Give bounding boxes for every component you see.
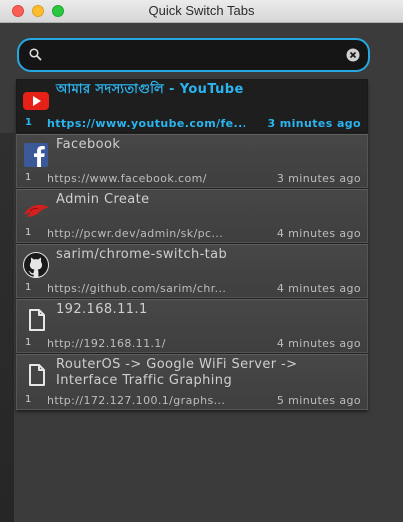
search-box[interactable]	[17, 38, 370, 72]
red-bird-icon	[24, 204, 49, 217]
window-title: Quick Switch Tabs	[148, 3, 255, 18]
youtube-icon	[23, 92, 49, 110]
tab-window-index: 1	[25, 337, 32, 348]
github-icon	[23, 252, 49, 278]
tab-item[interactable]: আমার সদস্যতাগুলি - YouTube 1 https://www…	[16, 79, 368, 133]
tab-item[interactable]: Admin Create 1 http://pcwr.dev/admin/sk/…	[16, 189, 368, 243]
tab-url: https://www.youtube.com/fe...	[47, 117, 245, 130]
background-strip	[0, 133, 14, 522]
tab-url: https://www.facebook.com/	[47, 172, 207, 185]
tab-url: http://172.127.100.1/graphs...	[47, 394, 226, 407]
document-icon	[29, 309, 45, 331]
tab-item[interactable]: RouterOS -> Google WiFi Server -> Interf…	[16, 354, 368, 410]
tab-list: আমার সদস্যতাগুলি - YouTube 1 https://www…	[16, 79, 368, 411]
tab-window-index: 1	[25, 394, 32, 405]
search-input[interactable]	[47, 45, 341, 67]
tab-item[interactable]: Facebook 1 https://www.facebook.com/ 3 m…	[16, 134, 368, 188]
tab-time: 3 minutes ago	[276, 172, 361, 185]
facebook-icon	[24, 143, 48, 167]
title-bar: Quick Switch Tabs	[0, 0, 403, 23]
search-icon	[29, 48, 42, 61]
tab-title: sarim/chrome-switch-tab	[56, 247, 228, 262]
tab-title: আমার সদস্যতাগুলি - YouTube	[56, 82, 244, 97]
tab-title: RouterOS -> Google WiFi Server -> Interf…	[56, 357, 298, 388]
tab-url: http://192.168.11.1/	[47, 337, 166, 350]
tab-time: 3 minutes ago	[267, 117, 361, 130]
tab-window-index: 1	[25, 172, 32, 183]
tab-time: 4 minutes ago	[276, 337, 361, 350]
tab-title: 192.168.11.1	[56, 302, 148, 317]
tab-title: Admin Create	[56, 192, 150, 207]
tab-title: Facebook	[56, 137, 121, 152]
tab-url: https://github.com/sarim/chr...	[47, 282, 227, 295]
tab-time: 4 minutes ago	[276, 227, 361, 240]
tab-window-index: 1	[25, 227, 32, 238]
tab-window-index: 1	[25, 282, 32, 293]
tab-window-index: 1	[25, 117, 32, 128]
tab-url: http://pcwr.dev/admin/sk/pc...	[47, 227, 224, 240]
tab-time: 4 minutes ago	[276, 282, 361, 295]
tab-item[interactable]: sarim/chrome-switch-tab 1 https://github…	[16, 244, 368, 298]
document-icon	[29, 364, 45, 386]
tab-item[interactable]: 192.168.11.1 1 http://192.168.11.1/ 4 mi…	[16, 299, 368, 353]
clear-search-icon[interactable]	[346, 48, 360, 62]
tab-time: 5 minutes ago	[276, 394, 361, 407]
popup-content: আমার সদস্যতাগুলি - YouTube 1 https://www…	[0, 23, 403, 522]
